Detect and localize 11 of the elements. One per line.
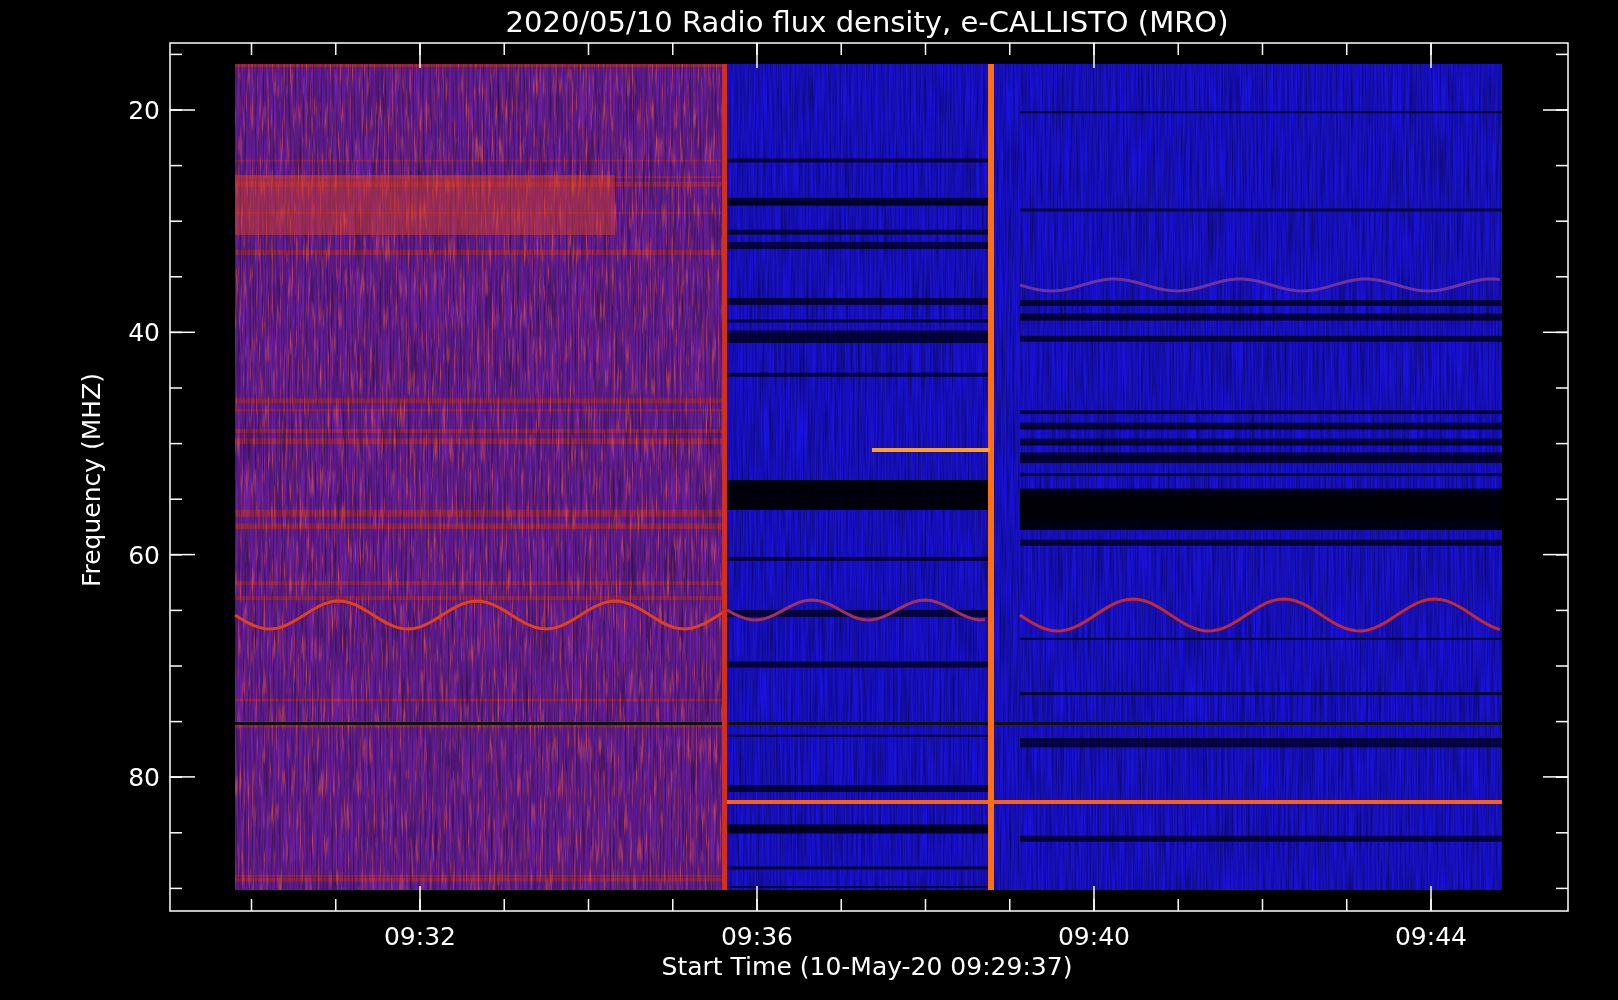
x-tick-label: 09:44: [1395, 922, 1467, 951]
x-tick-label: 09:32: [384, 922, 456, 951]
x-tick-label: 09:36: [721, 922, 793, 951]
plot-title: 2020/05/10 Radio flux density, e-CALLISTO (MRO): [505, 5, 1229, 39]
y-axis-label: Frequency (MHZ): [77, 372, 106, 588]
x-axis-label: Start Time (10-May-20 09:29:37): [661, 952, 1073, 981]
y-tick-label: 40: [128, 318, 160, 348]
y-tick-label: 60: [128, 540, 160, 570]
y-tick-label: 80: [128, 762, 160, 792]
y-tick-label: 20: [128, 96, 160, 125]
x-tick-label: 09:40: [1058, 922, 1130, 951]
